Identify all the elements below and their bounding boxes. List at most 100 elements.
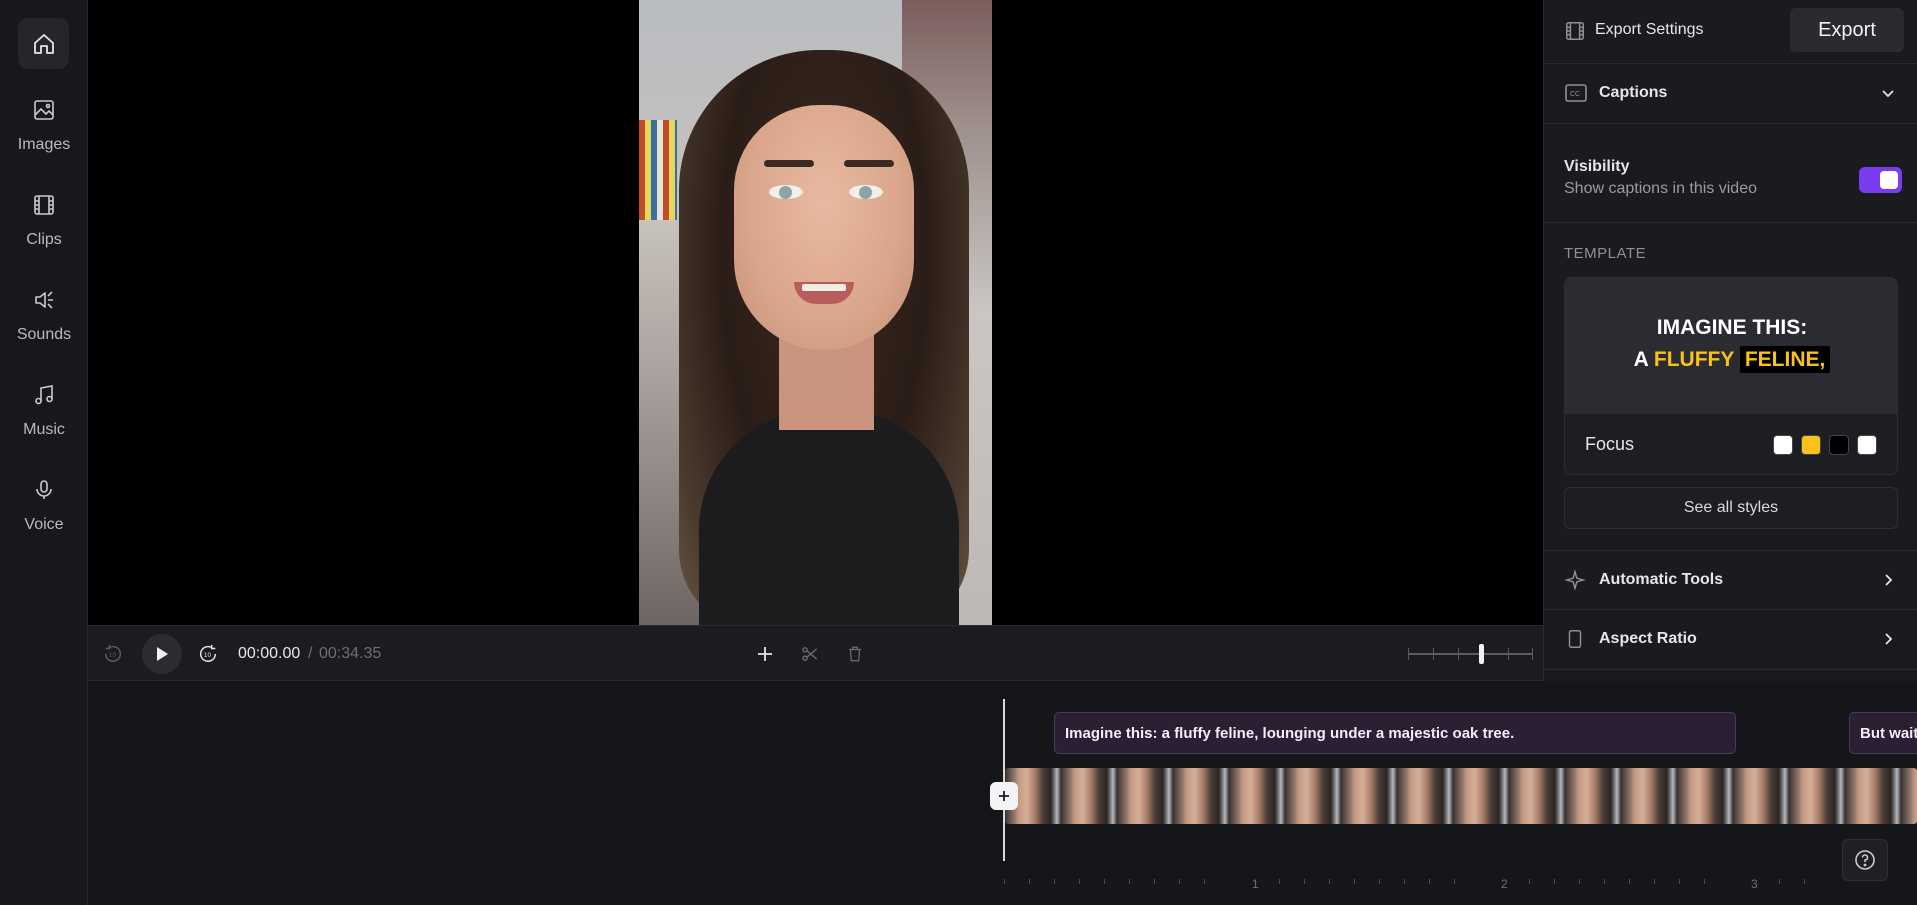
svg-text:CC: CC [1570, 91, 1580, 98]
rewind-10-icon: 10 [104, 644, 122, 662]
ruler-tick [1329, 879, 1330, 884]
caption-clip[interactable]: Imagine this: a fluffy feline, lounging … [1054, 712, 1736, 754]
panel-title: Export Settings [1595, 21, 1704, 38]
film-icon [34, 195, 54, 215]
zoom-tick [1458, 648, 1459, 660]
play-icon [157, 647, 168, 661]
template-card[interactable]: IMAGINE THIS: A FLUFFY FELINE, Focus [1564, 277, 1898, 475]
settings-panel: Export Settings Export CC Captions Visib… [1543, 0, 1917, 681]
template-preview-line1: IMAGINE THIS: [1656, 316, 1808, 339]
sparkle-icon [1564, 569, 1586, 591]
template-word-active: FELINE, [1739, 346, 1831, 373]
rail-item-label: Images [17, 136, 71, 153]
ruler-tick [1179, 879, 1180, 884]
rail-item-music[interactable]: Music [0, 383, 88, 463]
help-icon [1855, 850, 1875, 870]
video-subject-eye [769, 185, 803, 199]
ruler-number: 1 [1252, 877, 1259, 891]
rail-item-clips[interactable]: Clips [0, 193, 88, 273]
ruler-tick [1554, 879, 1555, 884]
visibility-subtitle: Show captions in this video [1564, 180, 1757, 197]
plus-icon [999, 791, 1009, 801]
template-preview: IMAGINE THIS: A FLUFFY FELINE, [1565, 278, 1897, 414]
ruler-tick [1604, 879, 1605, 884]
template-word: A [1633, 348, 1649, 371]
trash-icon [849, 646, 861, 662]
video-track-filmstrip[interactable] [1005, 768, 1917, 824]
rail-item-label: Voice [24, 516, 64, 533]
ruler-tick [1679, 879, 1680, 884]
automatic-tools-row[interactable]: Automatic Tools [1544, 550, 1917, 610]
video-subject-eye [849, 185, 883, 199]
forward-10-button[interactable]: 10 [193, 626, 223, 682]
zoom-tick [1433, 648, 1434, 660]
rewind-10-button[interactable]: 10 [98, 626, 128, 682]
ruler-tick [1379, 879, 1380, 884]
current-time: 00:00.00 [238, 645, 301, 662]
delete-button[interactable] [840, 626, 870, 682]
caption-clip[interactable]: But wait [1849, 712, 1917, 754]
ruler-tick [1104, 879, 1105, 884]
playhead[interactable] [1003, 699, 1005, 861]
color-swatch [1857, 435, 1877, 455]
time-separator: / [308, 645, 313, 662]
video-subject-face [734, 105, 914, 350]
zoom-tick [1532, 648, 1533, 660]
help-button[interactable] [1842, 839, 1888, 881]
video-frame [639, 0, 992, 625]
zoom-tick [1508, 648, 1509, 660]
timeline[interactable]: Imagine this: a fluffy feline, lounging … [88, 681, 1917, 905]
rail-item-label: Music [23, 421, 65, 438]
captions-icon: CC [1565, 84, 1587, 102]
ruler-tick [1304, 879, 1305, 884]
zoom-slider-thumb[interactable] [1479, 644, 1484, 664]
aspect-ratio-row[interactable]: Aspect Ratio [1544, 610, 1917, 670]
microphone-icon [36, 480, 52, 499]
plus-icon [758, 647, 772, 661]
film-icon [1566, 22, 1584, 40]
aspect-ratio-icon [1568, 630, 1582, 648]
play-button[interactable] [142, 626, 182, 682]
zoom-slider-track[interactable] [1408, 653, 1533, 655]
captions-section-toggle[interactable]: CC Captions [1544, 64, 1917, 124]
rail-item-voice[interactable]: Voice [0, 478, 88, 558]
ruler-number: 3 [1751, 877, 1758, 891]
ruler-tick [1204, 879, 1205, 884]
ruler-tick [1429, 879, 1430, 884]
see-all-styles-button[interactable]: See all styles [1564, 487, 1898, 529]
template-label: TEMPLATE [1564, 245, 1647, 262]
ruler-tick [1579, 879, 1580, 884]
playhead-handle[interactable] [990, 782, 1018, 810]
ruler-tick [1354, 879, 1355, 884]
video-preview[interactable] [88, 0, 1543, 625]
rail-item-label: Clips [26, 231, 62, 248]
ruler-tick [1704, 879, 1705, 884]
visibility-title: Visibility [1564, 158, 1630, 175]
video-subject-brow [844, 160, 894, 167]
split-button[interactable] [795, 626, 825, 682]
captions-label: Captions [1599, 84, 1668, 101]
ruler-tick [1629, 879, 1630, 884]
chevron-right-icon [1885, 574, 1893, 586]
color-swatch [1773, 435, 1793, 455]
export-button[interactable]: Export [1790, 8, 1904, 52]
ruler-tick [1654, 879, 1655, 884]
ruler-tick [1529, 879, 1530, 884]
add-button[interactable] [750, 626, 780, 682]
ruler-tick [1004, 879, 1005, 884]
video-subject-shirt [699, 410, 959, 625]
ruler-tick [1154, 879, 1155, 884]
rail-item-images[interactable]: Images [0, 98, 88, 178]
chevron-down-icon [1882, 90, 1894, 98]
visibility-toggle[interactable] [1859, 167, 1902, 193]
sound-icon [35, 291, 53, 309]
chevron-right-icon [1885, 633, 1893, 645]
ruler-tick [1079, 879, 1080, 884]
play-button-circle[interactable] [142, 634, 182, 674]
home-button[interactable] [18, 18, 69, 69]
app: Images Clips Sounds Music Voice 10 10 00… [0, 0, 1917, 905]
left-rail: Images Clips Sounds Music Voice [0, 0, 88, 905]
rail-item-sounds[interactable]: Sounds [0, 288, 88, 368]
toggle-knob [1880, 171, 1898, 189]
music-note-icon [35, 385, 53, 405]
